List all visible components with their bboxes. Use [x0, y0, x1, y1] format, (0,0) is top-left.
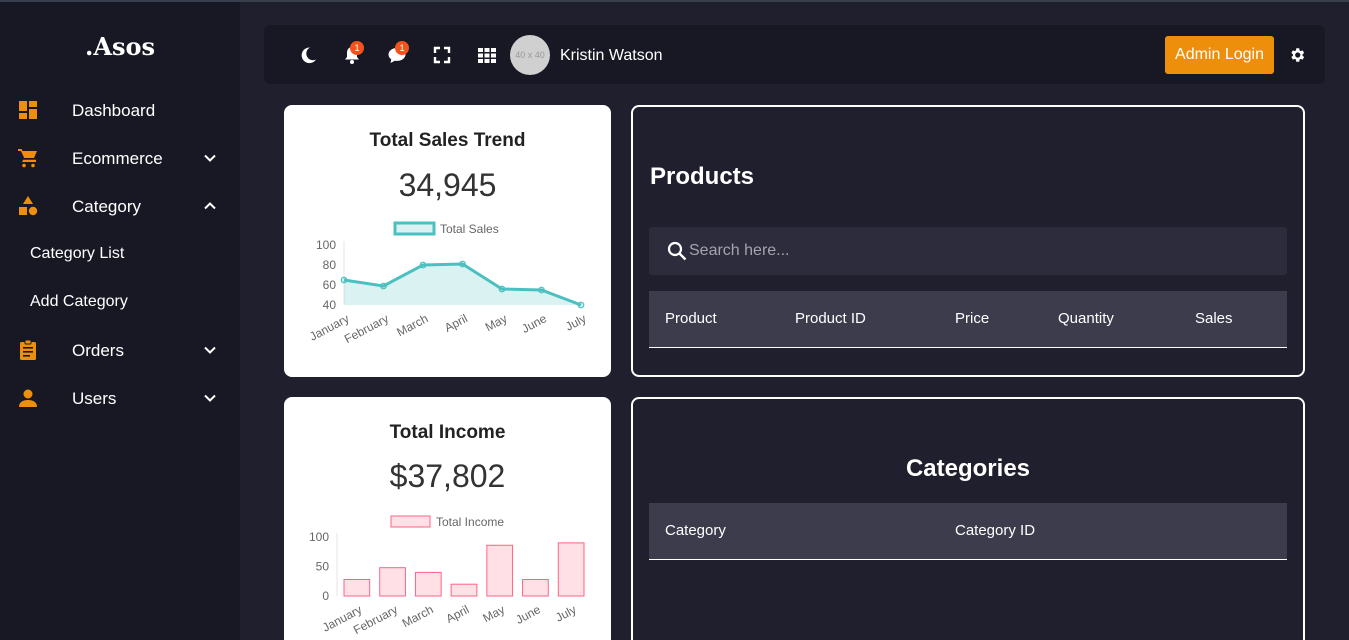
search-input[interactable] — [687, 227, 1277, 275]
products-title: Products — [650, 163, 755, 190]
x-tick-label: April — [444, 602, 472, 626]
sidebar-item-users[interactable]: Users — [0, 378, 240, 418]
sales-card: Total Sales Trend 34,945 Total Sales 100 8… — [284, 105, 611, 377]
categories-table-header: Category Category ID — [649, 503, 1287, 560]
admin-login-button[interactable]: Admin Login — [1165, 36, 1274, 74]
chevron-up-icon — [204, 202, 216, 210]
chevron-down-icon — [204, 346, 216, 354]
products-table-header: Product Product ID Price Quantity Sales — [649, 291, 1287, 348]
legend-swatch — [390, 515, 431, 528]
search-box — [649, 227, 1287, 275]
data-bar — [414, 571, 442, 597]
username[interactable]: Kristin Watson — [560, 47, 663, 65]
data-point — [577, 301, 585, 309]
x-tick-label: March — [400, 602, 436, 630]
sidebar-subitem-label: Add Category — [30, 293, 128, 310]
chevron-down-icon — [204, 394, 216, 402]
data-point — [419, 261, 427, 269]
sidebar-item-category[interactable]: Category — [0, 186, 240, 226]
data-point — [538, 286, 545, 294]
notification-badge: 1 — [350, 41, 364, 55]
chevron-down-icon — [204, 154, 216, 162]
x-tick-label: July — [553, 602, 578, 624]
x-tick-label: March — [394, 311, 430, 339]
column-header-category-id[interactable]: Category ID — [955, 522, 1035, 539]
sidebar-item-label: Orders — [72, 341, 124, 360]
x-tick-label: May — [481, 602, 508, 625]
sidebar-item-label: Category — [72, 197, 141, 216]
sidebar-item-ecommerce[interactable]: Ecommerce — [0, 138, 240, 178]
avatar[interactable]: 40 x 40 — [510, 35, 550, 75]
column-header-category[interactable]: Category — [665, 522, 726, 539]
column-header-sales[interactable]: Sales — [1195, 310, 1233, 327]
data-point — [498, 285, 506, 293]
sidebar-item-dashboard[interactable]: Dashboard — [0, 90, 240, 130]
data-bar — [486, 544, 514, 597]
legend-swatch — [393, 221, 436, 236]
dashboard-icon — [19, 101, 37, 119]
y-tick-label: 60 — [323, 278, 337, 292]
sidebar-subitem-add-category[interactable]: Add Category — [0, 284, 240, 320]
gear-icon[interactable] — [1288, 46, 1306, 64]
categories-panel: Categories Category Category ID — [631, 397, 1305, 640]
shapes-icon — [19, 196, 38, 216]
brand-logo[interactable]: .Asos — [0, 32, 240, 61]
data-bar — [450, 583, 478, 597]
legend-label: Total Sales — [440, 222, 499, 236]
message-badge: 1 — [395, 41, 409, 55]
legend-label: Total Income — [436, 515, 504, 529]
column-header-product-id[interactable]: Product ID — [795, 310, 866, 327]
y-tick-label: 40 — [323, 298, 337, 312]
x-tick-label: June — [519, 311, 549, 336]
cart-icon — [18, 149, 37, 168]
y-tick-label: 50 — [316, 560, 330, 574]
clipboard-icon — [20, 340, 36, 360]
y-tick-label: 0 — [322, 589, 329, 603]
column-header-price[interactable]: Price — [955, 310, 989, 327]
data-bar — [379, 567, 406, 597]
sidebar-item-orders[interactable]: Orders — [0, 330, 240, 370]
column-header-product[interactable]: Product — [665, 310, 717, 327]
fullscreen-icon[interactable] — [432, 45, 452, 65]
sidebar-item-label: Ecommerce — [72, 149, 163, 168]
x-tick-label: February — [342, 311, 391, 346]
y-tick-label: 100 — [316, 238, 336, 252]
search-icon — [667, 241, 687, 261]
x-tick-label: June — [513, 602, 543, 627]
moon-icon[interactable] — [298, 45, 318, 65]
income-bar-chart: Total Income100500JanuaryFebruary March Ap… — [309, 515, 585, 637]
top-header: 1 1 40 x 40 Kristin Watson Admin Login — [264, 25, 1325, 84]
data-point — [340, 276, 348, 284]
y-tick-label: 80 — [323, 258, 337, 272]
y-tick-label: 100 — [309, 530, 329, 544]
data-bar — [557, 542, 585, 597]
sidebar-subitem-label: Category List — [30, 245, 125, 262]
sidebar-subitem-category-list[interactable]: Category List — [0, 236, 240, 272]
column-header-quantity[interactable]: Quantity — [1058, 310, 1114, 327]
data-point — [459, 260, 466, 268]
income-card: Total Income $37,802 Total Income 100 50 0 J… — [284, 397, 611, 640]
sales-line-chart: Total Sales100806040JanuaryFebruary March… — [307, 221, 588, 346]
x-tick-label: July — [563, 311, 588, 333]
categories-title: Categories — [905, 455, 1031, 482]
x-tick-label: May — [483, 311, 510, 334]
data-point — [380, 282, 387, 290]
data-bar — [343, 578, 371, 597]
sidebar-item-label: Dashboard — [72, 101, 156, 120]
sidebar: .Asos Dashboard Ecommerce Category Categ… — [0, 2, 240, 640]
user-icon — [19, 389, 37, 407]
sidebar-item-label: Users — [72, 389, 117, 408]
x-tick-label: April — [442, 311, 470, 335]
data-bar — [522, 578, 549, 597]
products-panel: Products Product Product ID Price Quanti… — [631, 105, 1305, 377]
apps-grid-icon[interactable] — [477, 45, 497, 65]
